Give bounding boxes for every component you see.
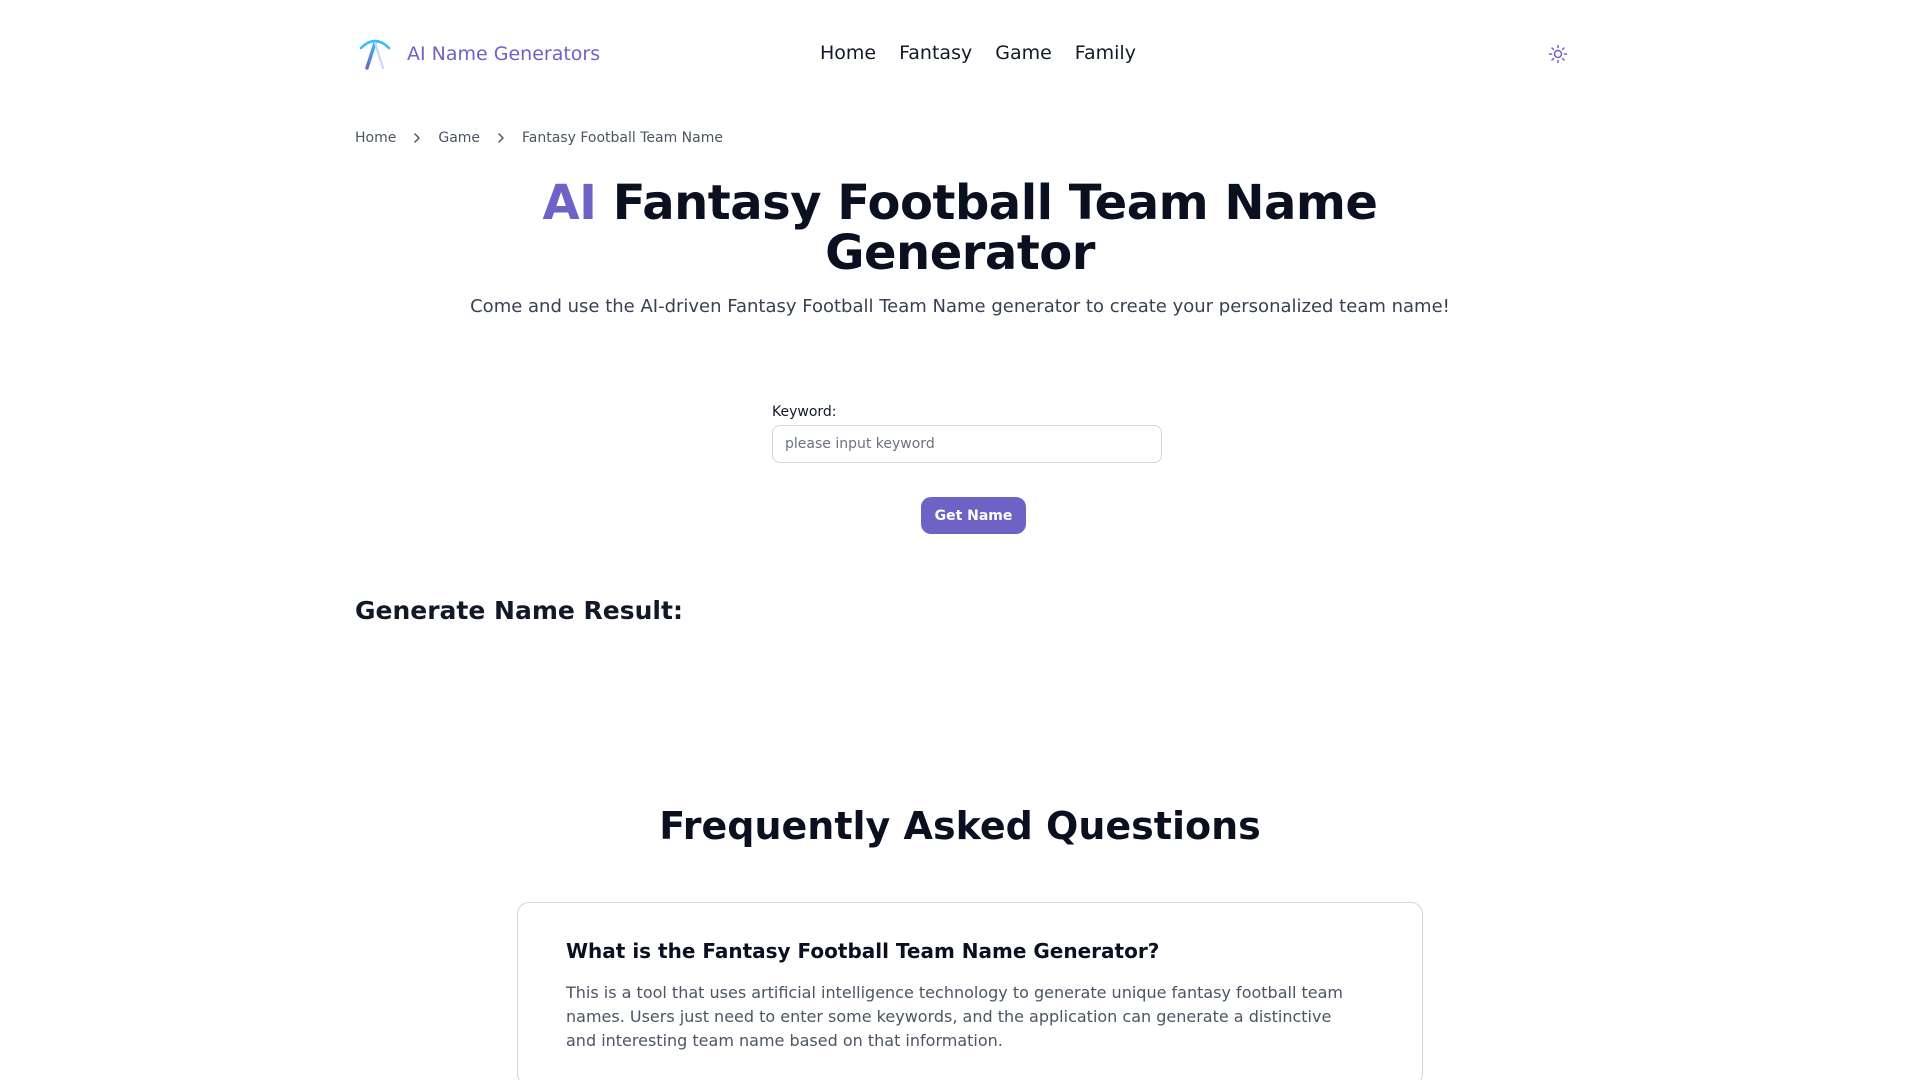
logo-icon [359, 39, 391, 70]
faq-question: What is the Fantasy Football Team Name G… [566, 939, 1160, 963]
breadcrumb: Home Game Fantasy Football Team Name [355, 130, 723, 146]
page-title: AI Fantasy Football Team Name Generator [460, 178, 1460, 278]
keyword-input[interactable] [772, 425, 1162, 463]
keyword-label: Keyword: [772, 404, 837, 420]
faq-item: What is the Fantasy Football Team Name G… [517, 902, 1423, 1080]
faq-title: Frequently Asked Questions [659, 804, 1261, 848]
get-name-button[interactable]: Get Name [921, 497, 1026, 534]
faq-answer: This is a tool that uses artificial inte… [566, 983, 1343, 1050]
breadcrumb-game[interactable]: Game [438, 130, 480, 146]
keyword-form: Keyword: [772, 404, 1162, 463]
nav-home[interactable]: Home [820, 42, 876, 64]
result-title: Generate Name Result: [355, 596, 683, 625]
title-accent: AI [542, 175, 598, 231]
brand-name: AI Name Generators [407, 43, 601, 65]
page-subtitle: Come and use the AI-driven Fantasy Footb… [470, 296, 1450, 317]
chevron-right-icon [498, 133, 504, 143]
title-text: Fantasy Football Team Name Generator [612, 175, 1378, 281]
breadcrumb-current: Fantasy Football Team Name [522, 130, 723, 146]
nav-family[interactable]: Family [1075, 42, 1136, 64]
breadcrumb-home[interactable]: Home [355, 130, 396, 146]
brand-logo-link[interactable]: AI Name Generators [355, 34, 600, 74]
sun-icon[interactable] [1548, 44, 1568, 64]
chevron-right-icon [414, 133, 421, 143]
main-nav: Home Fantasy Game Family [820, 42, 1136, 64]
nav-game[interactable]: Game [995, 42, 1052, 64]
site-header: AI Name Generators Home Fantasy Game Fam… [0, 0, 1920, 108]
nav-fantasy[interactable]: Fantasy [899, 42, 972, 64]
